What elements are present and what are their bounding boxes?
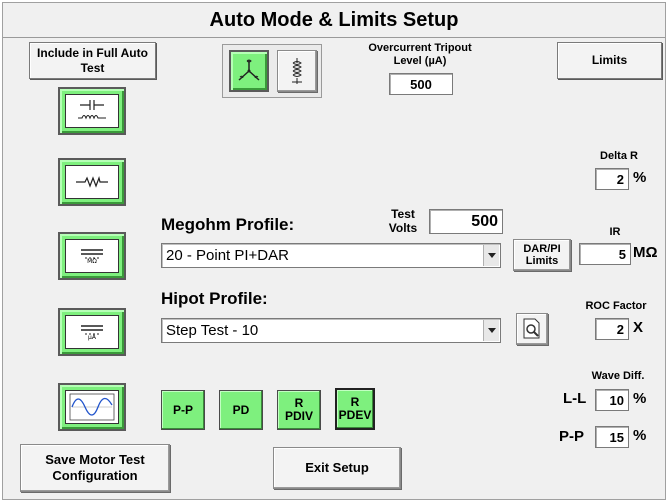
- sine-wave-graph: [69, 393, 115, 421]
- magnify-document-icon: [523, 318, 540, 339]
- wye-connection-icon: [238, 59, 260, 81]
- title-divider: [3, 37, 665, 38]
- wave-diff-label: Wave Diff.: [591, 370, 645, 382]
- megohm-profile-select[interactable]: 20 - Point PI+DAR: [161, 243, 501, 268]
- overcurrent-label: Overcurrent Tripout Level (µA): [368, 42, 472, 67]
- roc-factor-input[interactable]: 2: [595, 318, 629, 340]
- test-volts-label: Test Volts: [388, 207, 418, 235]
- chevron-down-icon[interactable]: [483, 320, 499, 341]
- single-coil-icon: [292, 58, 302, 84]
- megohm-profile-value: 20 - Point PI+DAR: [166, 247, 289, 264]
- r-pdiv-button[interactable]: R PDIV: [277, 390, 321, 430]
- ll-label: L-L: [563, 390, 587, 407]
- megohm-icon-text: MΩ: [87, 258, 97, 265]
- megohm-icon: MΩ: [65, 239, 119, 273]
- pp-input[interactable]: 15: [595, 426, 629, 448]
- connection-toggle-group: [222, 44, 322, 98]
- surge-test-icon: [78, 100, 106, 120]
- hipot-icon: µA: [65, 315, 119, 349]
- ll-input[interactable]: 10: [595, 389, 629, 411]
- ll-unit: %: [633, 390, 647, 407]
- save-motor-test-configuration-button[interactable]: Save Motor Test Configuration: [20, 444, 170, 492]
- sine-wave-icon: [65, 390, 119, 424]
- limits-label: Limits: [557, 42, 662, 79]
- megohm-profile-label: Megohm Profile:: [161, 215, 295, 234]
- r-pdev-button[interactable]: R PDEV: [335, 388, 375, 430]
- pd-button[interactable]: PD: [219, 390, 263, 430]
- chevron-down-icon[interactable]: [483, 245, 499, 266]
- delta-r-label: Delta R: [600, 150, 638, 162]
- hipot-profile-value: Step Test - 10: [166, 322, 259, 339]
- resistor-icon: [65, 165, 119, 199]
- surge-test-toggle[interactable]: [58, 87, 126, 135]
- delta-r-input[interactable]: 2: [595, 168, 629, 190]
- resistor-symbol: [76, 175, 108, 188]
- waveform-test-toggle[interactable]: [58, 383, 126, 431]
- setup-window: Auto Mode & Limits Setup Include in Full…: [2, 2, 666, 500]
- single-coil-button[interactable]: [277, 50, 317, 92]
- hipot-test-toggle[interactable]: µA: [58, 308, 126, 356]
- roc-factor-unit: X: [633, 319, 644, 336]
- hipot-profile-select[interactable]: Step Test - 10: [161, 318, 501, 343]
- pp-label: P-P: [559, 428, 585, 445]
- hipot-preview-button[interactable]: [516, 313, 548, 345]
- overcurrent-input[interactable]: 500: [389, 73, 453, 95]
- hipot-icon-text: µA: [88, 334, 96, 341]
- megohm-test-toggle[interactable]: MΩ: [58, 232, 126, 280]
- exit-setup-button[interactable]: Exit Setup: [273, 447, 401, 489]
- include-in-auto-test-label: Include in Full Auto Test: [29, 42, 156, 79]
- hipot-profile-label: Hipot Profile:: [161, 289, 268, 308]
- resistance-test-toggle[interactable]: [58, 158, 126, 206]
- test-volts-input[interactable]: 500: [429, 209, 503, 234]
- ir-unit: MΩ: [633, 244, 658, 261]
- window-title: Auto Mode & Limits Setup: [209, 9, 459, 31]
- ir-input[interactable]: 5: [579, 243, 631, 265]
- delta-r-unit: %: [633, 169, 647, 186]
- wye-connection-button[interactable]: [229, 50, 269, 92]
- capacitor-coil-icon: [65, 94, 119, 128]
- pp-button[interactable]: P-P: [161, 390, 205, 430]
- roc-factor-label: ROC Factor: [585, 300, 647, 312]
- pp-unit: %: [633, 427, 647, 444]
- ir-label: IR: [609, 226, 621, 238]
- dar-pi-limits-button[interactable]: DAR/PI Limits: [513, 239, 571, 271]
